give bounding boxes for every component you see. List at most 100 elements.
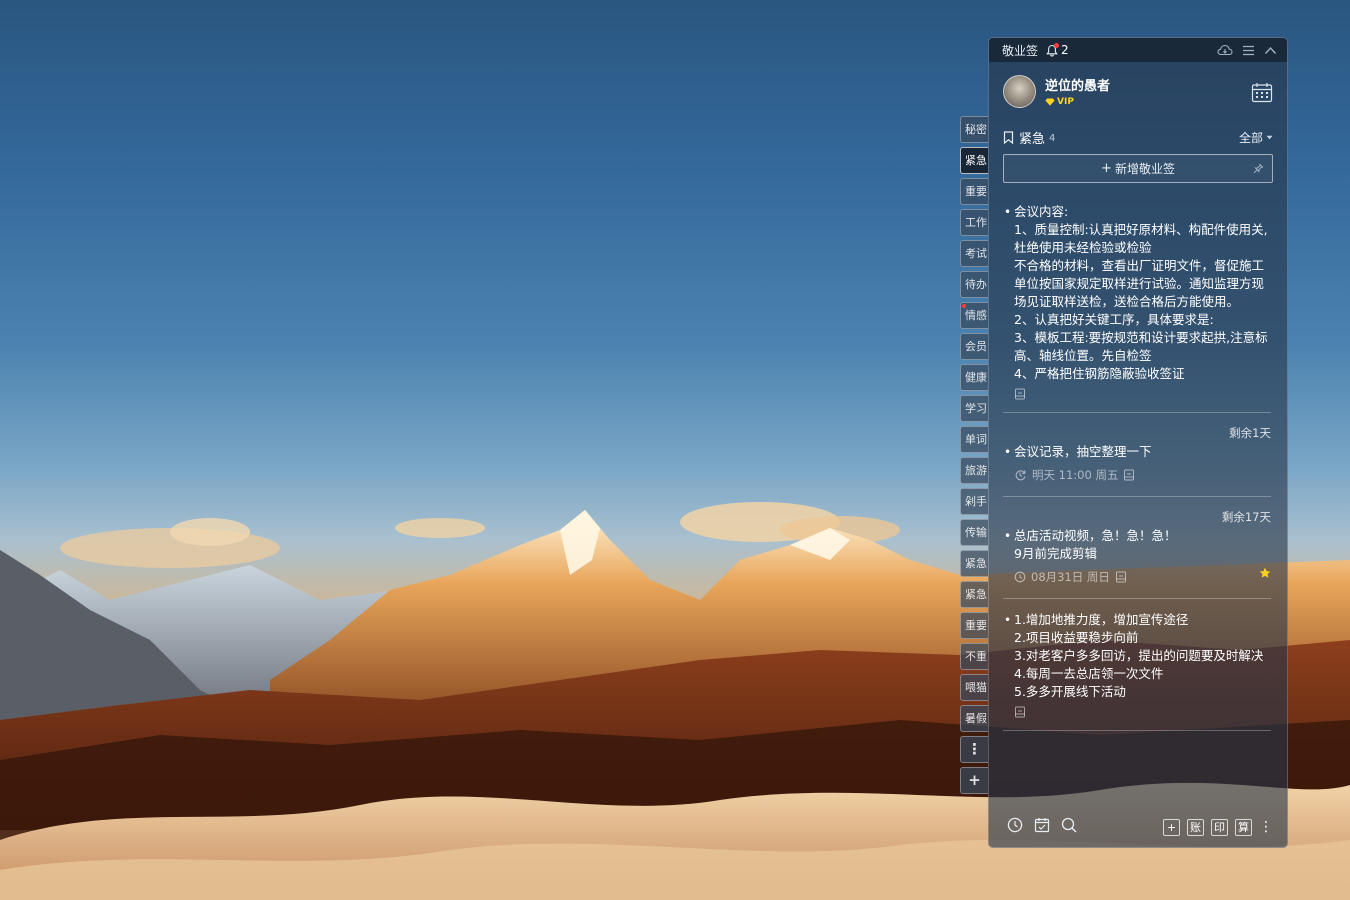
side-tab-label: 不重 [965, 650, 987, 663]
side-tab[interactable]: 重要 [960, 612, 988, 639]
calculator-button[interactable]: 算 [1235, 818, 1252, 836]
side-tab-label: 旅游 [965, 464, 987, 477]
app-name: 敬业签 [1002, 43, 1039, 58]
plus-icon: + [1101, 161, 1112, 176]
side-tab-label: 情感 [965, 309, 987, 322]
filter-label: 全部 [1238, 130, 1263, 145]
side-tab[interactable]: 待办 [960, 271, 988, 298]
side-tab-label: 工作 [965, 216, 987, 229]
caret-down-icon [1266, 135, 1273, 139]
attachment-icon[interactable] [1123, 469, 1135, 481]
list-item[interactable]: • 会议内容: 1、质量控制:认真把好原材料、构配件使用关,杜绝使用未经检验或检… [1003, 203, 1271, 400]
side-tab-label: 会员 [965, 340, 987, 353]
side-tab[interactable]: 紧急 [960, 581, 988, 608]
attachment-icon[interactable] [1014, 706, 1026, 718]
menu-icon[interactable] [1242, 45, 1255, 56]
clock-icon[interactable] [1007, 817, 1023, 837]
side-tab[interactable]: 会员 [960, 333, 988, 360]
category-side-tabs: 秘密 紧急 重要 工作 考试 待办 情感 会员 健康 学习 单词 旅游 剁手 传输 紧急 紧急 重要 不重 喂猫 暑假… [960, 116, 988, 798]
side-tab[interactable]: 情感 [960, 302, 988, 329]
user-name[interactable]: 逆位的愚者 [1045, 75, 1110, 94]
clock-icon [1014, 571, 1026, 583]
avatar[interactable] [1003, 74, 1036, 108]
filter-dropdown[interactable]: 全部 [1239, 129, 1273, 146]
calendar-icon[interactable] [1251, 82, 1273, 107]
user-row: 逆位的愚者 VIP [989, 62, 1287, 120]
side-tab-label: 暑假 [965, 712, 987, 725]
bottom-toolbar: + 账 印 算 ⋮ [989, 807, 1287, 847]
category-name: 紧急 [1019, 131, 1046, 147]
note-text[interactable]: 会议记录，抽空整理一下 [1014, 443, 1271, 461]
reminder-count: 2 [1061, 43, 1069, 57]
star-icon[interactable] [1259, 566, 1271, 584]
attachment-icon[interactable] [1014, 388, 1026, 400]
side-tab[interactable]: 健康 [960, 364, 988, 391]
side-tab-label: 紧急 [965, 588, 987, 601]
list-item[interactable]: • 总店活动视频，急！急！急！ 9月前完成剪辑 08月31日 周日 [1003, 527, 1271, 586]
side-tab[interactable]: 暑假 [960, 705, 988, 732]
note-text[interactable]: 会议内容: 1、质量控制:认真把好原材料、构配件使用关,杜绝使用未经检验或检验 … [1014, 203, 1271, 383]
side-tab[interactable]: 传输 [960, 519, 988, 546]
reminder-time: 明天 11:00 周五 [1032, 468, 1119, 482]
repeat-reminder-icon [1015, 470, 1026, 481]
pin-icon[interactable] [1253, 163, 1264, 177]
side-tab[interactable]: 紧急 [960, 550, 988, 577]
side-tab-label: 考试 [965, 247, 987, 260]
reminder-time: 08月31日 周日 [1031, 570, 1110, 584]
side-tab[interactable]: 学习 [960, 395, 988, 422]
side-tab-label: 学习 [965, 402, 987, 415]
side-tab[interactable]: 考试 [960, 240, 988, 267]
side-tab[interactable]: 喂猫 [960, 674, 988, 701]
side-tab[interactable]: 不重 [960, 643, 988, 670]
side-tab[interactable]: 重要 [960, 178, 988, 205]
note-text[interactable]: 总店活动视频，急！急！急！ 9月前完成剪辑 [1014, 527, 1271, 563]
vip-badge[interactable]: VIP [1045, 97, 1110, 107]
collapse-icon[interactable] [1264, 46, 1277, 55]
unread-dot [962, 304, 966, 308]
note-window: 敬业签 2 逆位的愚者 VIP 紧急 4 全部 + 新增敬业签 • 会议内容: … [988, 37, 1288, 848]
list-item[interactable]: • 会议记录，抽空整理一下 明天 11:00 周五 [1003, 443, 1271, 484]
side-tab[interactable]: 旅游 [960, 457, 988, 484]
side-tab-label: 健康 [965, 371, 987, 384]
new-note-button[interactable]: + 新增敬业签 [1003, 154, 1273, 183]
add-category-button[interactable]: + [960, 767, 988, 794]
divider [1003, 496, 1271, 497]
reminder-bell-icon[interactable] [1046, 42, 1060, 57]
account-book-button[interactable]: 账 [1187, 818, 1204, 836]
note-list: • 会议内容: 1、质量控制:认真把好原材料、构配件使用关,杜绝使用未经检验或检… [989, 203, 1287, 731]
side-tab-label: 喂猫 [965, 681, 987, 694]
divider [1003, 412, 1271, 413]
add-note-button[interactable]: + [1163, 818, 1180, 836]
window-titlebar[interactable]: 敬业签 2 [989, 38, 1287, 62]
attachment-icon[interactable] [1115, 571, 1127, 583]
vip-label: VIP [1057, 97, 1074, 107]
side-tab[interactable]: 秘密 [960, 116, 988, 143]
category-header: 紧急 4 全部 [989, 122, 1287, 152]
list-item[interactable]: • 1.增加地推力度，增加宣传途径 2.项目收益要稳步向前 3.对老客户多多回访… [1003, 611, 1271, 718]
search-icon[interactable] [1061, 817, 1077, 837]
more-categories-button[interactable]: ⋮ [960, 736, 988, 763]
divider [1003, 730, 1271, 731]
note-text[interactable]: 1.增加地推力度，增加宣传途径 2.项目收益要稳步向前 3.对老客户多多回访，提… [1014, 611, 1271, 701]
more-vertical-icon[interactable]: ⋮ [1259, 820, 1273, 834]
side-tab-label: 单词 [965, 433, 987, 446]
side-tab[interactable]: 单词 [960, 426, 988, 453]
print-button[interactable]: 印 [1211, 818, 1228, 836]
category-count: 4 [1049, 133, 1056, 144]
checklist-icon[interactable] [1034, 817, 1050, 837]
side-tab[interactable]: 工作 [960, 209, 988, 236]
side-tab-label: 传输 [965, 526, 987, 539]
side-tab-label: 重要 [965, 619, 987, 632]
diamond-icon [1045, 98, 1055, 106]
divider [1003, 598, 1271, 599]
remaining-days: 剩余17天 [1221, 510, 1271, 524]
new-note-label: 新增敬业签 [1114, 162, 1175, 176]
side-tab-label: 重要 [965, 185, 987, 198]
side-tab[interactable]: 紧急 [960, 147, 988, 174]
cloud-sync-icon[interactable] [1217, 44, 1233, 56]
remaining-days: 剩余1天 [1229, 426, 1271, 440]
side-tab-label: 紧急 [965, 154, 987, 167]
bookmark-icon [1003, 130, 1014, 144]
side-tab[interactable]: 剁手 [960, 488, 988, 515]
side-tab-label: 紧急 [965, 557, 987, 570]
